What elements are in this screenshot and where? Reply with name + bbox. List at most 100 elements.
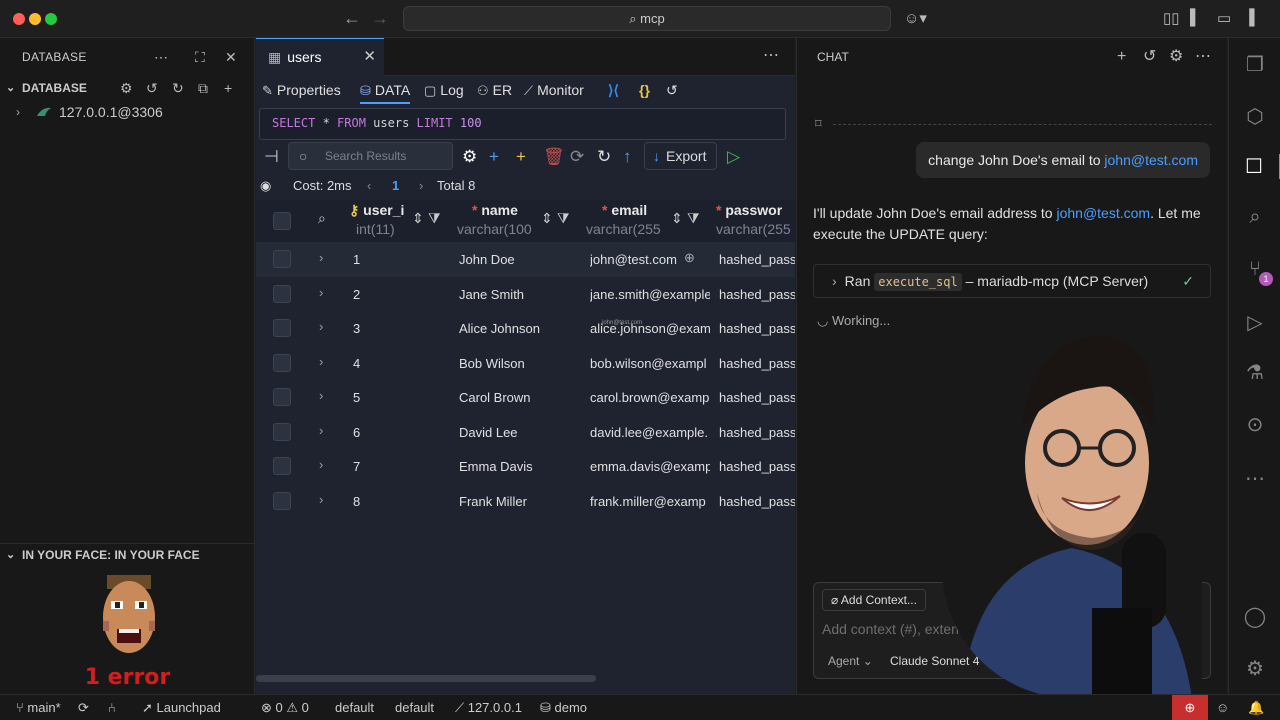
command-center-search[interactable]: ⌕ mcp — [403, 6, 891, 31]
add-connection-icon[interactable]: + — [224, 76, 232, 100]
page-number[interactable]: 1 — [392, 178, 399, 193]
chat-input-field[interactable]: Add context (#), extens — [822, 621, 966, 637]
table-row[interactable]: › 1 John Doe john@test.com ⊕ hashed_pass — [256, 242, 795, 277]
search-icon[interactable]: ⌕ — [1229, 206, 1280, 229]
refresh-icon[interactable]: ↻ — [172, 76, 184, 100]
column-header-password[interactable]: * passwor — [716, 202, 782, 218]
sort-icon[interactable]: ⇕ — [671, 210, 683, 227]
horizontal-scrollbar[interactable] — [256, 675, 596, 682]
gear-icon[interactable]: ⚙ — [1169, 38, 1183, 76]
notifications-icon[interactable]: 🔔 — [1248, 700, 1264, 716]
layout-customize-icon[interactable]: ▯▯ — [1163, 9, 1180, 27]
row-checkbox[interactable] — [273, 491, 291, 510]
table-row[interactable]: › 4 Bob Wilson bob.wilson@exampl hashed_… — [256, 346, 795, 381]
tab-monitor[interactable]: ⟋ Monitor — [524, 82, 584, 99]
collapse-all-icon[interactable]: ⧉ — [198, 76, 208, 100]
profile-item[interactable]: default — [395, 700, 434, 715]
table-row[interactable]: › 7 Emma Davis emma.davis@examp hashed_p… — [256, 449, 795, 484]
profile-item[interactable]: default — [335, 700, 374, 715]
history-icon[interactable]: ↺ — [666, 82, 678, 99]
row-checkbox[interactable] — [273, 319, 291, 337]
row-checkbox[interactable] — [273, 284, 291, 303]
export-button[interactable]: ↓ Export — [644, 142, 717, 170]
close-icon[interactable]: ✕ — [225, 38, 237, 76]
table-row[interactable]: › 3 Alice Johnson alice.johnson@exam has… — [256, 311, 795, 346]
search-icon[interactable]: ⌕ — [318, 210, 326, 227]
table-row[interactable]: › 8 Frank Miller frank.miller@examp hash… — [256, 484, 795, 519]
filter-icon[interactable]: ⧩ — [687, 210, 700, 227]
next-page-icon[interactable]: › — [419, 178, 423, 193]
sort-icon[interactable]: ⇕ — [412, 210, 424, 227]
eye-icon[interactable]: ◉ — [260, 178, 271, 194]
git-graph-icon[interactable]: ⑃ — [108, 700, 116, 715]
prev-page-icon[interactable]: ‹ — [367, 178, 371, 193]
database-item[interactable]: ⛁ demo — [540, 700, 587, 716]
tab-data[interactable]: ⛁ DATA — [360, 82, 411, 104]
column-header-name[interactable]: * name — [472, 202, 518, 218]
zoom-icon[interactable]: ⊕ — [684, 250, 695, 266]
minimize-window-button[interactable] — [29, 13, 41, 25]
email-link[interactable]: john@test.com — [1056, 205, 1150, 221]
sync-icon[interactable]: ⟳ — [570, 147, 584, 167]
toggle-panel-icon[interactable]: ▭ — [1217, 9, 1231, 27]
add-context-button[interactable]: ⌀ Add Context... — [822, 589, 926, 611]
filter-icon[interactable]: ⧩ — [428, 210, 441, 227]
more-actions-icon[interactable]: ⋯ — [1195, 38, 1211, 76]
vscode-icon[interactable]: ⟩⟨ — [608, 82, 619, 99]
chevron-right-icon[interactable]: › — [319, 492, 323, 507]
tab-er[interactable]: ⚇ ER — [477, 82, 512, 99]
history-icon[interactable]: ↺ — [146, 76, 158, 100]
chevron-right-icon[interactable]: › — [319, 319, 323, 334]
row-checkbox[interactable] — [273, 388, 291, 406]
testing-icon[interactable]: ⚗ — [1229, 360, 1280, 385]
back-arrow-icon[interactable]: ← — [343, 8, 361, 29]
sync-icon[interactable]: ⟳ — [78, 700, 89, 716]
filter-icon[interactable]: ⧩ — [557, 210, 570, 227]
bookmark-icon[interactable]: ⌑ — [815, 116, 822, 132]
chevron-right-icon[interactable]: › — [319, 285, 323, 300]
chevron-right-icon[interactable]: › — [319, 457, 323, 472]
pin-icon[interactable]: ⊣ — [264, 147, 279, 167]
chevron-right-icon[interactable]: › — [319, 354, 323, 369]
new-chat-icon[interactable]: + — [1117, 38, 1126, 76]
refresh-icon[interactable]: ↻ — [597, 147, 611, 167]
database-section[interactable]: ⌄ DATABASE ⚙ ↺ ↻ ⧉ + — [0, 76, 254, 100]
sql-query-editor[interactable]: SELECT * FROM users LIMIT 100 — [259, 108, 786, 140]
run-debug-icon[interactable]: ▷ — [1229, 310, 1280, 335]
toggle-primary-sidebar-icon[interactable]: ▌ — [1190, 9, 1201, 26]
more-views-icon[interactable]: ⋯ — [1229, 466, 1280, 491]
import-icon[interactable]: ↑ — [623, 147, 632, 167]
toggle-secondary-sidebar-icon[interactable]: ▐ — [1244, 9, 1255, 26]
maximize-window-button[interactable] — [45, 13, 57, 25]
account-icon[interactable]: ◯ — [1229, 604, 1280, 629]
email-link[interactable]: john@test.com — [1104, 152, 1198, 168]
table-row[interactable]: › 6 David Lee david.lee@example. hashed_… — [256, 415, 795, 450]
face-panel-header[interactable]: ⌄ IN YOUR FACE: IN YOUR FACE — [0, 543, 255, 565]
table-row[interactable]: › 5 Carol Brown carol.brown@examp hashed… — [256, 380, 795, 415]
gear-icon[interactable]: ⚙ — [120, 76, 133, 100]
more-actions-icon[interactable]: ⋯ — [763, 38, 779, 74]
history-icon[interactable]: ↺ — [1143, 38, 1156, 76]
maximize-icon[interactable]: ⛶ — [195, 38, 205, 76]
column-header-user-id[interactable]: ⚷ user_i — [349, 202, 404, 219]
zoom-indicator[interactable]: ⊕ — [1172, 695, 1208, 720]
insert-icon[interactable]: + — [516, 147, 526, 167]
tab-log[interactable]: ▢ Log — [424, 82, 464, 99]
row-checkbox[interactable] — [273, 422, 291, 441]
gear-icon[interactable]: ⚙ — [462, 147, 477, 167]
connection-item[interactable]: › 127.0.0.1@3306 — [0, 100, 254, 124]
agent-mode-dropdown[interactable]: Agent ⌄ — [828, 654, 873, 668]
chevron-right-icon[interactable]: › — [319, 250, 323, 265]
column-header-email[interactable]: * email — [602, 202, 647, 218]
tool-call-item[interactable]: › Ran execute_sql – mariadb-mcp (MCP Serv… — [813, 264, 1211, 298]
remote-explorer-icon[interactable]: ⊙ — [1229, 412, 1280, 437]
copilot-icon[interactable]: ☺▾ — [904, 9, 927, 27]
launchpad-item[interactable]: ➚ Launchpad — [142, 700, 221, 716]
branch-indicator[interactable]: ⑂ main* — [16, 700, 61, 715]
tab-properties[interactable]: ✎ Properties — [262, 82, 341, 99]
select-all-checkbox[interactable] — [273, 212, 291, 230]
close-tab-icon[interactable]: ✕ — [363, 39, 376, 75]
more-actions-icon[interactable]: ⋯ — [154, 38, 168, 76]
problems-indicator[interactable]: ⊗ 0 ⚠ 0 — [261, 700, 309, 716]
chat-icon[interactable]: ☐ — [1229, 154, 1280, 179]
